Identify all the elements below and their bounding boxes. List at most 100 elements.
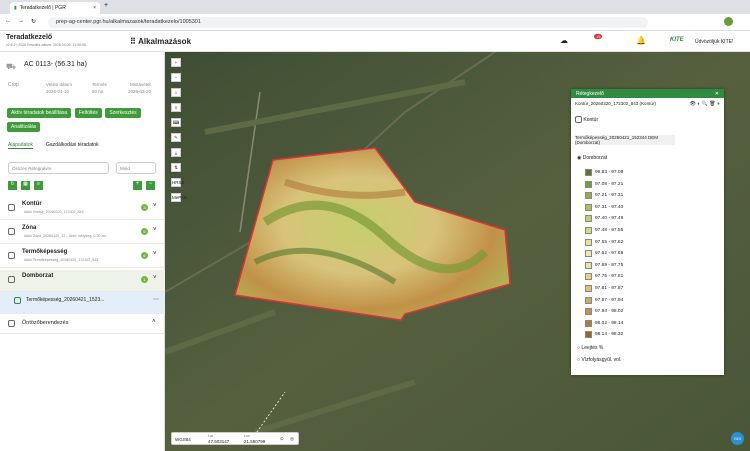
group-checkbox[interactable]: [8, 276, 15, 283]
close-icon[interactable]: ×: [93, 5, 96, 11]
map-control[interactable]: ⤓: [171, 148, 181, 157]
chevron-down-icon[interactable]: ˅: [153, 275, 157, 281]
group-3[interactable]: Domborzat 1 ˅: [0, 270, 165, 292]
chat-icon[interactable]: GDI: [731, 432, 744, 445]
map-control[interactable]: HRSZ: [171, 178, 184, 187]
layer-1-name: Kontúr_20260320_172302_843 (Kontúr): [575, 101, 656, 106]
active-data-button[interactable]: Aktív téradatok beállítása: [7, 108, 72, 118]
legend-swatch: [585, 285, 592, 292]
add-icon[interactable]: +: [133, 181, 142, 190]
flow-row[interactable]: ○ Vízfolyásgyűl. vol.: [577, 357, 621, 363]
legend-swatch: [585, 169, 592, 176]
coords-box: WGS84 Lat 47.503147 Lon 21.550799 ⊙ ◎: [171, 432, 299, 445]
legend-item: 97.75 - 97.81: [585, 273, 623, 281]
group-name: Domborzat: [22, 273, 54, 279]
legend-swatch: [585, 203, 592, 211]
browser-tabbar: ▮ Teradatkezelő | PGR × +: [0, 0, 750, 14]
back-icon[interactable]: ←: [5, 18, 11, 24]
chevron-down-icon[interactable]: ˅: [153, 227, 157, 233]
legend-label: 96.83 - 97.08: [595, 170, 624, 175]
target-icon[interactable]: ◎: [290, 436, 294, 442]
dem-radio-row[interactable]: ◉ Domborzat: [577, 155, 607, 161]
map-control[interactable]: ⌨: [171, 118, 181, 127]
more-icon[interactable]: ⋯: [153, 296, 159, 303]
close-icon[interactable]: ✕: [715, 91, 719, 97]
lon-value: 21.550799: [244, 439, 266, 444]
map-control[interactable]: MePAR: [171, 193, 187, 202]
map-control[interactable]: ≡: [171, 103, 181, 112]
forward-icon[interactable]: →: [18, 18, 24, 24]
legend-label: 97.40 - 97.48: [595, 216, 624, 222]
locate-icon[interactable]: ⊙: [280, 436, 284, 442]
map-control[interactable]: ⌂: [171, 88, 181, 97]
left-panel: ⛟ AC 0113- (56.31 ha) Crop Vetési dátum …: [0, 52, 165, 451]
bell-icon[interactable]: 🔔: [636, 36, 646, 45]
crs-select[interactable]: WGS84: [175, 437, 191, 442]
remove-icon[interactable]: −: [146, 181, 155, 190]
contour-checkbox[interactable]: [575, 116, 582, 123]
group-1[interactable]: Zóna Aktív Zóna_20260320_17... Aktív mél…: [0, 222, 165, 244]
cloud-icon[interactable]: ☁: [560, 36, 568, 45]
apps-menu[interactable]: ⠿ Alkalmazások: [130, 37, 191, 46]
group-2[interactable]: Termőképesség Aktív Termőképesség_202603…: [0, 246, 165, 268]
group-checkbox[interactable]: [8, 252, 15, 259]
upload-button[interactable]: Feltöltés: [74, 108, 102, 118]
group-name: Termőképesség: [22, 249, 68, 255]
greeting: Üdvözöljük KITE!: [695, 39, 734, 45]
analyze-button[interactable]: Analitizálás: [7, 122, 41, 132]
url-input[interactable]: prep-ag-center.pgr.hu/alkalmazasok/terad…: [48, 17, 648, 28]
layers-icon[interactable]: ▦: [21, 181, 30, 190]
grid-icon: ⠿: [130, 37, 139, 46]
bell-badge[interactable]: 15: [594, 34, 603, 39]
map-control[interactable]: −: [171, 73, 181, 82]
legend-swatch: [585, 308, 592, 316]
layer-1-actions[interactable]: 👁 ◐ 🔍 🗑 ●: [689, 101, 720, 107]
map-control[interactable]: ⇅: [171, 163, 181, 172]
group-0[interactable]: Kontúr Aktív Kontúr_20260320_172302_843 …: [0, 198, 165, 220]
radio-icon[interactable]: ○: [577, 345, 580, 351]
legend-item: 98.02 - 98.14: [585, 319, 623, 327]
map-control[interactable]: ✎: [171, 133, 181, 142]
chevron-down-icon[interactable]: ˅: [153, 251, 157, 257]
new-tab-icon[interactable]: +: [104, 2, 108, 9]
irrigation-checkbox[interactable]: [8, 320, 15, 327]
chevron-up-icon[interactable]: ˄: [152, 319, 156, 325]
legend-swatch: [585, 227, 592, 234]
legend-label: 97.48 - 97.55: [595, 228, 624, 233]
selected-layer-name: Termőképesség_20260421_1523...: [26, 297, 105, 303]
irrigation-row[interactable]: Öntözőberendezés ˄: [0, 314, 165, 334]
radio-icon[interactable]: ○: [577, 357, 580, 363]
group-checkbox[interactable]: [8, 204, 15, 211]
reload-icon[interactable]: ↻: [31, 18, 36, 25]
app-header: Teradatkezelő v2.6.2 | 2026 Frissítés dá…: [0, 31, 750, 52]
legend-swatch: [585, 215, 592, 223]
sample-value: 2026-03-20: [128, 89, 152, 94]
legend-swatch: [585, 319, 592, 327]
slope-row[interactable]: ○ Leejtés %: [577, 345, 603, 351]
layer-manager: Rétegkezelő ✕ Kontúr_20260320_172302_843 …: [571, 89, 724, 375]
map-control[interactable]: +: [171, 58, 181, 67]
group-sub: Aktív Zóna_20260320_17... Aktív mélység:…: [24, 234, 107, 238]
group-checkbox[interactable]: [8, 228, 15, 235]
selected-layer[interactable]: Termőképesség_20260421_1523... ⋯: [0, 292, 165, 314]
list-icon[interactable]: ≡: [34, 181, 43, 190]
profile-icon[interactable]: [724, 17, 733, 26]
tab-irrigation[interactable]: Gazdálkodási téradatok: [46, 142, 99, 148]
edit-button[interactable]: Szerkesztés: [105, 108, 141, 118]
chevron-down-icon[interactable]: ˅: [153, 203, 157, 209]
legend-label: 97.31 - 97.40: [595, 204, 624, 210]
layer-select[interactable]: Összes Rétegnévre: [8, 162, 109, 174]
irrigation-label: Öntözőberendezés: [22, 320, 69, 326]
radio-icon[interactable]: ◉: [577, 155, 581, 161]
refresh-icon[interactable]: ↻: [8, 181, 17, 190]
layer-1-sub[interactable]: Kontúr: [575, 116, 598, 123]
kite-logo: KITE: [670, 37, 684, 43]
map-view[interactable]: + − ⌂ ≡ ⌨ ✎ ⤓ ⇅ HRSZ MePAR WGS84 Lat 47.503147 Lo…: [165, 52, 750, 451]
browser-tab[interactable]: ▮ Teradatkezelő | PGR ×: [10, 2, 100, 14]
legend-item: 97.21 - 97.31: [585, 192, 623, 200]
selected-checkbox[interactable]: [14, 297, 21, 304]
app-version: v2.6.2 | 2026 Frissítés dátum: 2026.04.0…: [6, 43, 86, 47]
tab-base[interactable]: Alapadatok: [8, 142, 34, 149]
field-title: AC 0113- (56.31 ha): [24, 61, 87, 68]
all-select[interactable]: Mind: [116, 162, 156, 174]
